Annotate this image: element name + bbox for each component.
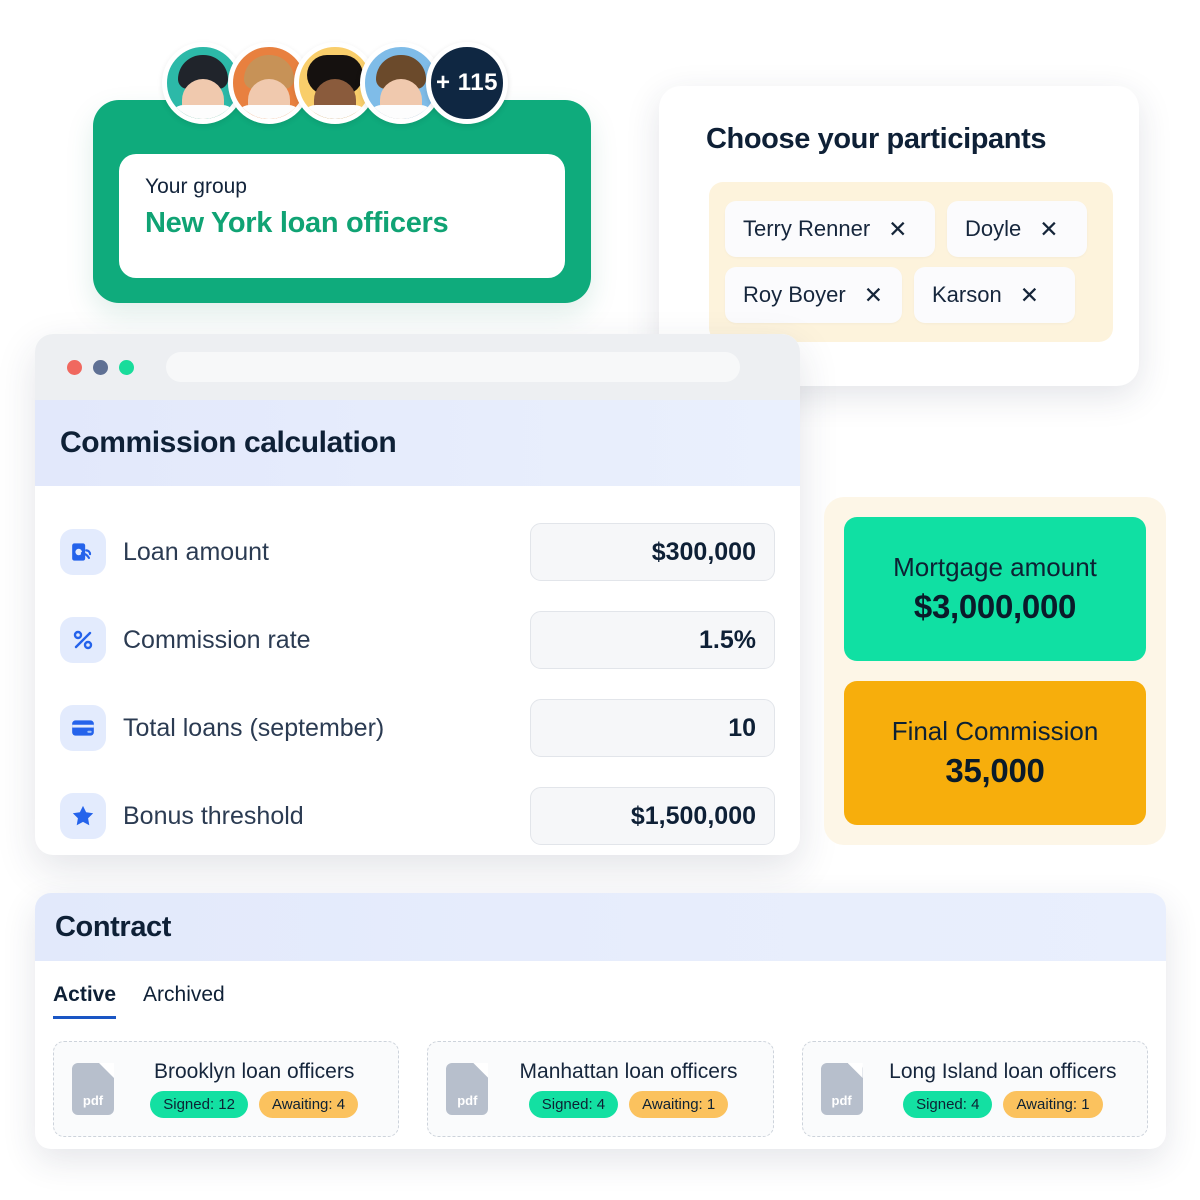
participants-title: Choose your participants	[706, 123, 1047, 155]
final-commission-card: Final Commission 35,000	[844, 681, 1146, 825]
calculator-row: Total loans (september) 10	[60, 684, 775, 772]
participant-chip[interactable]: Roy Boyer ✕	[725, 267, 902, 323]
awaiting-badge: Awaiting: 4	[258, 1091, 359, 1118]
mortgage-amount-value: $3,000,000	[913, 588, 1077, 625]
page-root: + 115 Your group New York loan officers …	[0, 0, 1200, 1200]
contract-card-name: Brooklyn loan officers	[153, 1060, 355, 1083]
tab-archived[interactable]: Archived	[143, 983, 225, 1019]
close-icon[interactable]: ✕	[1039, 217, 1058, 241]
contract-card-list: pdf Brooklyn loan officers Signed: 12 Aw…	[35, 1019, 1166, 1137]
pdf-file-icon: pdf	[446, 1063, 489, 1115]
calculator-title: Commission calculation	[60, 426, 397, 459]
avatar-shirt	[234, 105, 304, 119]
participant-chip-label: Terry Renner	[743, 216, 871, 241]
browser-window: Commission calculation Loan amount $300,…	[35, 334, 800, 855]
tab-active[interactable]: Active	[53, 983, 117, 1019]
contract-card-name: Manhattan loan officers	[519, 1060, 738, 1083]
avatar-group: + 115	[162, 42, 508, 124]
avatar-shirt	[366, 105, 436, 119]
participant-chip-label: Karson	[932, 282, 1002, 307]
participant-chip[interactable]: Karson ✕	[914, 267, 1075, 323]
maximize-window-icon[interactable]	[119, 359, 134, 375]
close-window-icon[interactable]	[67, 359, 82, 375]
calculator-row-label: Bonus threshold	[123, 801, 304, 830]
bonus-threshold-input[interactable]: $1,500,000	[530, 787, 775, 845]
credit-card-icon	[60, 705, 106, 751]
pdf-file-icon: pdf	[820, 1063, 863, 1115]
awaiting-badge: Awaiting: 1	[629, 1091, 729, 1118]
calculator-row: Commission rate 1.5%	[60, 596, 775, 684]
final-commission-value: 35,000	[945, 752, 1045, 789]
minimize-window-icon[interactable]	[93, 359, 108, 375]
url-input[interactable]	[166, 352, 740, 382]
contract-panel: Contract Active Archived pdf Brooklyn lo…	[35, 893, 1166, 1149]
total-loans-input[interactable]: 10	[530, 699, 775, 757]
participant-chip-label: Roy Boyer	[743, 282, 846, 307]
avatar-overflow-badge[interactable]: + 115	[426, 42, 508, 124]
participant-chip[interactable]: Terry Renner ✕	[725, 201, 935, 257]
money-hand-icon	[60, 529, 106, 575]
calculator-row-label: Loan amount	[123, 537, 269, 566]
contract-card[interactable]: pdf Manhattan loan officers Signed: 4 Aw…	[427, 1041, 774, 1137]
signed-badge: Signed: 12	[150, 1091, 248, 1118]
contract-header: Contract	[35, 893, 1166, 961]
contract-card[interactable]: pdf Long Island loan officers Signed: 4 …	[801, 1041, 1148, 1137]
results-panel: Mortgage amount $3,000,000 Final Commiss…	[824, 497, 1166, 845]
group-label: Your group	[145, 175, 247, 198]
browser-toolbar	[35, 334, 800, 400]
loan-amount-input[interactable]: $300,000	[530, 523, 775, 581]
participant-chip-label: Doyle	[965, 216, 1022, 241]
close-icon[interactable]: ✕	[864, 283, 883, 307]
signed-badge: Signed: 4	[903, 1091, 993, 1118]
participant-chip[interactable]: Doyle ✕	[947, 201, 1087, 257]
final-commission-label: Final Commission	[891, 716, 1099, 746]
mortgage-amount-label: Mortgage amount	[893, 552, 1097, 582]
contract-card-name: Long Island loan officers	[889, 1060, 1117, 1083]
calculator-row: Bonus threshold $1,500,000	[60, 772, 775, 855]
signed-badge: Signed: 4	[528, 1091, 619, 1118]
contract-tabs: Active Archived	[35, 961, 1166, 1019]
awaiting-badge: Awaiting: 1	[1003, 1091, 1103, 1118]
calculator-header: Commission calculation	[35, 400, 800, 486]
star-icon	[60, 793, 106, 839]
pdf-file-icon: pdf	[72, 1063, 114, 1115]
percent-icon	[60, 617, 106, 663]
calculator-rows: Loan amount $300,000 Commission rate 1.5…	[35, 486, 800, 855]
close-icon[interactable]: ✕	[888, 217, 907, 241]
contract-card[interactable]: pdf Brooklyn loan officers Signed: 12 Aw…	[53, 1041, 400, 1137]
avatar-shirt	[168, 105, 238, 119]
avatar-shirt	[300, 105, 370, 119]
group-name: New York loan officers	[145, 207, 449, 239]
close-icon[interactable]: ✕	[1020, 283, 1039, 307]
calculator-row-label: Total loans (september)	[123, 713, 385, 742]
calculator-row-label: Commission rate	[123, 625, 311, 654]
contract-title: Contract	[55, 910, 172, 943]
group-info-panel: Your group New York loan officers	[119, 154, 565, 278]
mortgage-amount-card: Mortgage amount $3,000,000	[844, 517, 1146, 661]
window-controls	[67, 359, 134, 375]
group-card: + 115 Your group New York loan officers	[93, 42, 591, 303]
participants-chip-list: Terry Renner ✕ Doyle ✕ Roy Boyer ✕ Karso…	[709, 182, 1113, 342]
commission-rate-input[interactable]: 1.5%	[530, 611, 775, 669]
calculator-row: Loan amount $300,000	[60, 508, 775, 596]
